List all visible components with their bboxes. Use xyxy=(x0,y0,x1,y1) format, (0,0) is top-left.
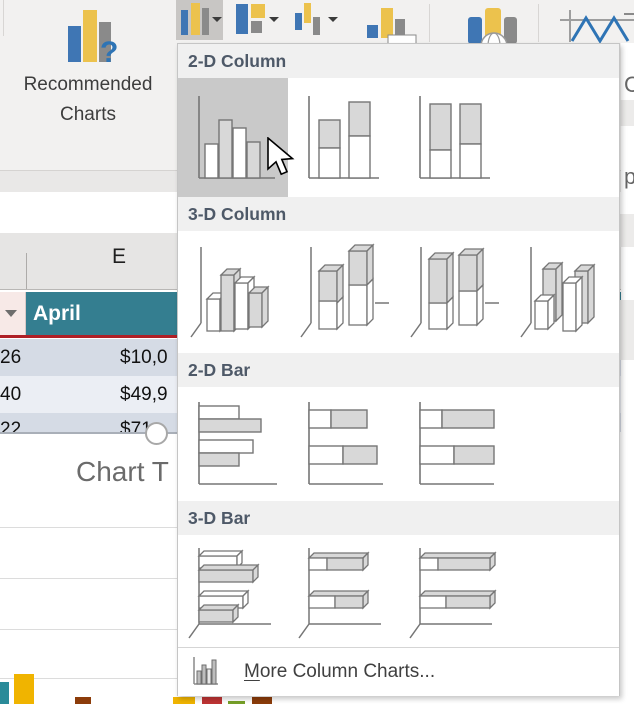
chart-bar-teal xyxy=(0,682,9,704)
gallery-empty-cell xyxy=(509,78,619,197)
svg-text:?: ? xyxy=(100,36,118,67)
column-chart-dropdown-menu: 2-D Column xyxy=(177,43,620,696)
chart-gridline xyxy=(0,527,177,528)
line-chart-icon[interactable] xyxy=(556,10,634,44)
section-title-3d-column: 3-D Column xyxy=(178,197,619,231)
chart-type-clustered-bar[interactable] xyxy=(178,387,288,501)
gallery-empty-cell xyxy=(509,535,619,647)
recommended-charts-icon: ? xyxy=(66,9,118,67)
recommended-charts-label: Recommended Charts xyxy=(4,70,172,131)
3d-clustered-column-icon xyxy=(183,239,283,345)
chart-type-3d-clustered-bar[interactable] xyxy=(178,535,288,647)
3d-100-stacked-column-icon xyxy=(403,239,503,345)
3d-100-stacked-bar-icon xyxy=(404,538,504,644)
right-edge-band xyxy=(620,300,634,360)
recommended-charts-button[interactable]: ? Recommended Charts xyxy=(4,0,172,166)
mouse-cursor xyxy=(266,137,296,181)
insert-hierarchy-chart-button[interactable] xyxy=(232,0,282,40)
chart-type-100-stacked-bar[interactable] xyxy=(399,387,509,501)
chart-gridline xyxy=(0,578,177,579)
chart-bar-yellow xyxy=(14,674,34,704)
chart-bar-yellow xyxy=(173,697,195,704)
3d-clustered-bar-icon xyxy=(183,538,283,644)
chart-bar-red xyxy=(202,697,222,704)
3d-column-icon xyxy=(513,239,613,345)
section-title-2d-bar: 2-D Bar xyxy=(178,353,619,387)
combo-chart-icon[interactable] xyxy=(367,8,419,48)
chevron-down-icon xyxy=(328,17,338,22)
chart-gridline xyxy=(0,629,177,630)
chart-title: Chart T xyxy=(76,456,169,488)
stacked-bar-icon xyxy=(295,394,391,494)
waterfall-chart-icon xyxy=(295,3,321,36)
gallery-row-2d-bar xyxy=(178,387,619,501)
cut-off-text: C xyxy=(624,72,634,98)
more-column-charts-item[interactable]: More Column Charts... xyxy=(178,648,619,696)
cell-d[interactable]: 22 xyxy=(0,419,20,432)
stacked-column-icon xyxy=(295,86,391,190)
clustered-bar-icon xyxy=(185,394,281,494)
filter-cell[interactable] xyxy=(0,292,26,336)
gallery-empty-cell xyxy=(509,387,619,501)
chart-type-3d-stacked-bar[interactable] xyxy=(288,535,398,647)
3d-stacked-bar-icon xyxy=(293,538,393,644)
chart-type-3d-column[interactable] xyxy=(508,231,618,353)
section-title-3d-bar: 3-D Bar xyxy=(178,501,619,535)
more-charts-icon xyxy=(190,654,220,691)
cell-d[interactable]: 40 xyxy=(0,384,20,406)
right-edge-band xyxy=(620,100,634,126)
chart-type-100-stacked-column[interactable] xyxy=(399,78,509,197)
chart-type-stacked-bar[interactable] xyxy=(288,387,398,501)
gallery-row-2d-column xyxy=(178,78,619,197)
chart-resize-handle[interactable] xyxy=(145,422,168,445)
chart-type-3d-100-stacked-bar[interactable] xyxy=(399,535,509,647)
chevron-down-icon xyxy=(212,17,222,22)
gallery-row-3d-column xyxy=(178,231,619,353)
filter-dropdown-icon[interactable] xyxy=(5,310,17,317)
section-title-2d-column: 2-D Column xyxy=(178,44,619,78)
insert-column-chart-button[interactable] xyxy=(176,0,223,40)
ribbon-group-separator xyxy=(429,4,430,42)
excel-window: ? Recommended Charts xyxy=(0,0,634,704)
gallery-row-3d-bar xyxy=(178,535,619,647)
ribbon-group-separator xyxy=(538,4,539,42)
100-stacked-bar-icon xyxy=(406,394,502,494)
chart-type-3d-stacked-column[interactable] xyxy=(288,231,398,353)
right-edge-band xyxy=(620,214,634,247)
chart-bar-brown xyxy=(252,697,272,704)
chart-type-stacked-column[interactable] xyxy=(288,78,398,197)
chart-bar-brown xyxy=(75,697,91,704)
cell-e[interactable]: $10,0 xyxy=(120,347,168,369)
hierarchy-chart-icon xyxy=(236,4,266,35)
cut-off-text: p xyxy=(624,164,634,190)
chart-type-3d-clustered-column[interactable] xyxy=(178,231,288,353)
ribbon-fragment xyxy=(624,13,634,15)
3d-stacked-column-icon xyxy=(293,239,393,345)
more-column-charts-label: More Column Charts... xyxy=(244,661,435,683)
column-chart-icon xyxy=(181,2,211,38)
100-stacked-column-icon xyxy=(406,86,502,190)
cell-e[interactable]: $49,9 xyxy=(120,384,168,406)
chart-type-3d-100-stacked-column[interactable] xyxy=(398,231,508,353)
right-edge-panel xyxy=(621,43,634,696)
chevron-down-icon xyxy=(269,17,279,22)
cell-d[interactable]: 26 xyxy=(0,347,20,369)
insert-waterfall-chart-button[interactable] xyxy=(291,0,341,40)
